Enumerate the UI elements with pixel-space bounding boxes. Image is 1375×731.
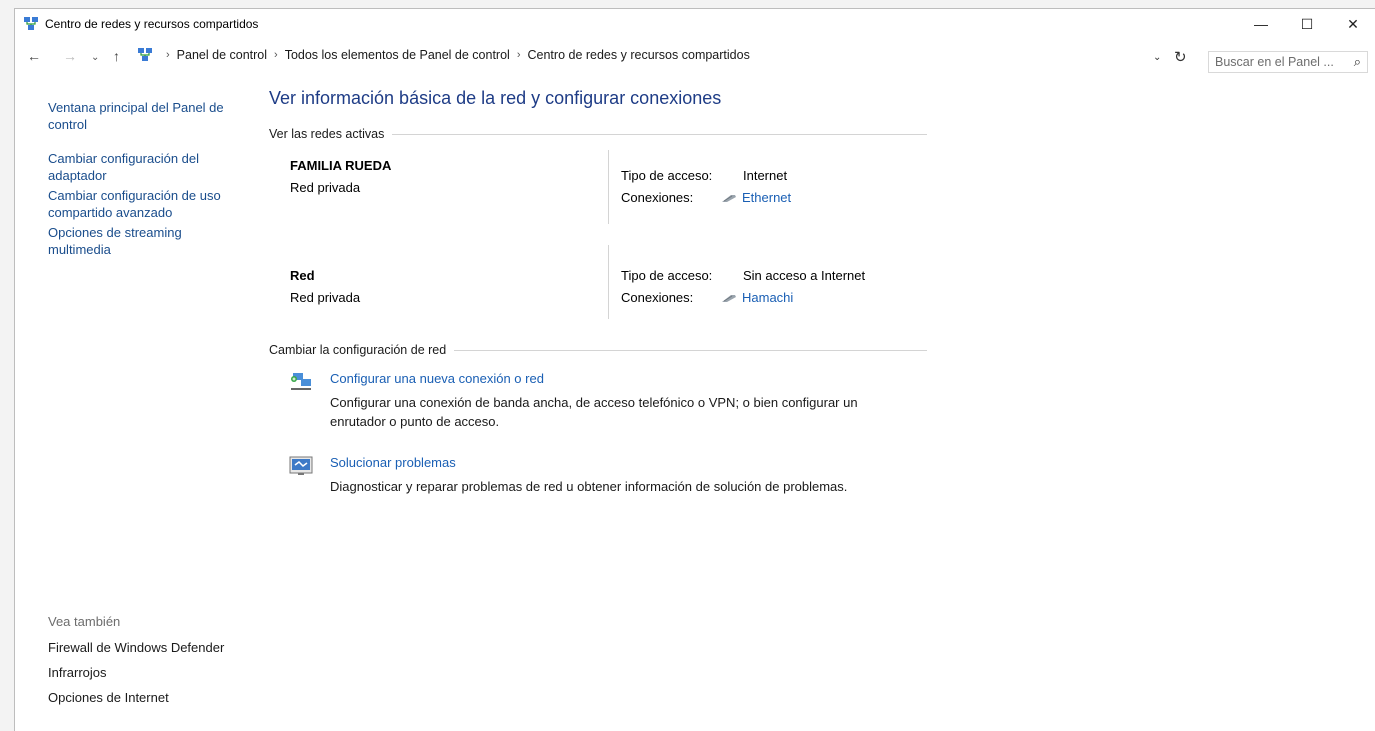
minimize-button[interactable]: — [1238,9,1284,39]
network-type-link[interactable]: Red privada [290,180,360,195]
change-settings-header: Cambiar la configuración de red [269,343,927,357]
breadcrumb-item-control-panel[interactable]: Panel de control [177,48,267,62]
network-type-link[interactable]: Red privada [290,290,360,305]
active-networks-label: Ver las redes activas [269,127,385,141]
up-arrow-icon[interactable]: ↑ [113,48,120,64]
access-type-value: Sin acceso a Internet [743,268,866,283]
new-connection-icon [291,373,311,390]
network-name: FAMILIA RUEDA [290,158,392,173]
refresh-icon[interactable]: ↻ [1174,48,1187,66]
back-arrow-icon[interactable]: ← [27,48,41,64]
ethernet-cable-icon [722,294,736,302]
change-settings-label: Cambiar la configuración de red [269,343,447,357]
connection-name[interactable]: Hamachi [742,290,793,305]
active-networks-header: Ver las redes activas [269,127,927,141]
new-connection-description: Configurar una conexión de banda ancha, … [330,395,858,429]
sidebar-link-change-adapter-settings[interactable]: Cambiar configuración del adaptador [48,150,248,184]
forward-arrow-icon[interactable]: → [63,48,77,64]
sidebar: Ventana principal del Panel de control C… [48,99,248,272]
network-entry: Red Red privada Tipo de acceso: Sin acce… [269,245,929,319]
search-input[interactable]: Buscar en el Panel ... ⌕ [1208,51,1368,73]
connection-name[interactable]: Ethernet [742,190,791,205]
breadcrumb-separator-icon[interactable]: › [517,49,521,61]
divider [392,133,927,135]
connection-link-ethernet[interactable]: Ethernet [721,190,791,205]
see-also-link-internet-options[interactable]: Opciones de Internet [48,690,268,705]
window-title: Centro de redes y recursos compartidos [45,17,259,31]
maximize-button[interactable]: ☐ [1284,9,1330,39]
network-name: Red [290,268,315,283]
troubleshoot-link[interactable]: Solucionar problemas [330,455,456,470]
close-button[interactable]: ✕ [1330,9,1375,39]
troubleshoot-description: Diagnosticar y reparar problemas de red … [330,479,848,494]
new-connection-link[interactable]: Configurar una nueva conexión o red [330,371,544,386]
breadcrumb-separator-icon[interactable]: › [274,49,278,61]
sidebar-link-control-panel-home[interactable]: Ventana principal del Panel de control [48,99,248,133]
ethernet-cable-icon [722,194,736,202]
connections-label: Conexiones: [621,290,694,305]
sidebar-link-advanced-sharing-settings[interactable]: Cambiar configuración de uso compartido … [48,187,248,221]
breadcrumb-item-all-items[interactable]: Todos los elementos de Panel de control [285,48,510,62]
title-bar[interactable]: Centro de redes y recursos compartidos —… [15,9,1375,39]
breadcrumb-separator-icon[interactable]: › [166,49,170,61]
network-entry: FAMILIA RUEDA Red privada Tipo de acceso… [269,150,929,224]
access-type-value: Internet [743,168,788,183]
address-bar[interactable]: › Panel de control › Todos los elementos… [133,44,1189,66]
breadcrumb-item-network-center[interactable]: Centro de redes y recursos compartidos [528,48,750,62]
access-type-label: Tipo de acceso: [621,268,713,283]
page-title: Ver información básica de la red y confi… [269,88,722,108]
connection-link-hamachi[interactable]: Hamachi [721,290,793,305]
network-center-icon [138,48,152,61]
connections-label: Conexiones: [621,190,694,205]
see-also-link-firewall[interactable]: Firewall de Windows Defender [48,640,268,655]
address-dropdown-chevron-icon[interactable]: ⌄ [1153,52,1161,63]
search-placeholder: Buscar en el Panel ... [1215,55,1334,69]
divider [608,245,609,319]
access-type-label: Tipo de acceso: [621,168,713,183]
sidebar-link-media-streaming-options[interactable]: Opciones de streaming multimedia [48,224,248,258]
divider [454,349,927,351]
control-panel-window: Centro de redes y recursos compartidos —… [14,8,1375,731]
navigation-bar: ← → ⌄ ↑ › Panel de control › Todos los e… [15,39,1375,73]
search-icon[interactable]: ⌕ [1354,54,1361,70]
see-also-title: Vea también [48,614,121,629]
network-center-icon [24,17,38,30]
divider [608,150,609,224]
see-also-section: Vea también Firewall de Windows Defender… [48,614,268,715]
troubleshoot-icon [289,456,313,475]
recent-locations-chevron-icon[interactable]: ⌄ [91,52,99,63]
see-also-link-infrared[interactable]: Infrarrojos [48,665,268,680]
